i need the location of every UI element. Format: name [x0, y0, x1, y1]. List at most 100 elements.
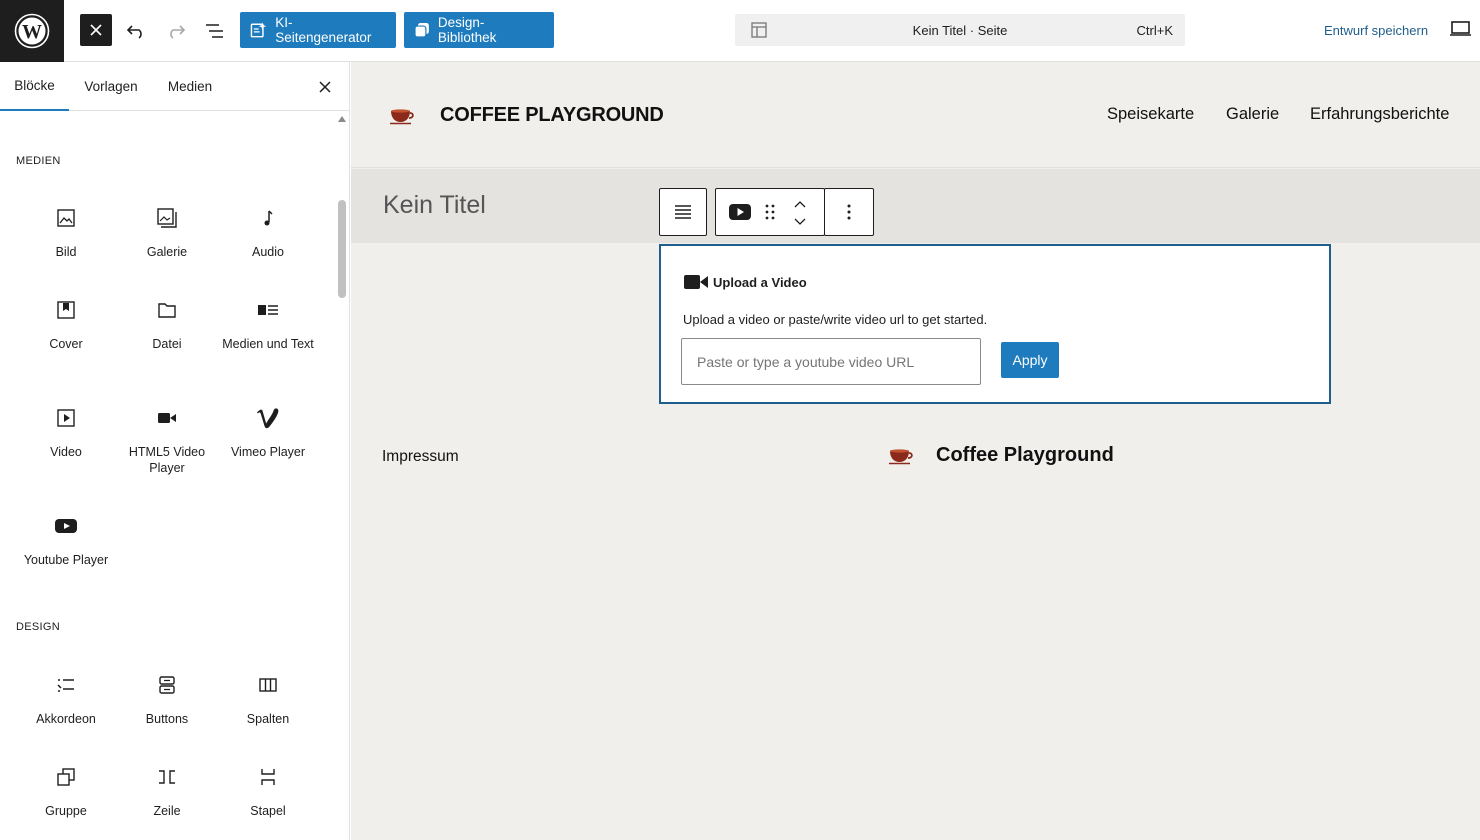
block-label: Spalten: [246, 712, 290, 726]
video-camera-icon: [155, 406, 179, 430]
close-icon: [90, 24, 102, 36]
video-block-title: Upload a Video: [713, 274, 807, 290]
block-label: Datei: [152, 337, 182, 351]
drag-handle-icon[interactable]: [764, 203, 776, 221]
block-item-vimeo-player[interactable]: Vimeo Player: [218, 406, 318, 496]
video-block-description: Upload a video or paste/write video url …: [683, 312, 988, 327]
ai-page-generator-button[interactable]: KI-Seitengenerator: [240, 12, 396, 48]
wordpress-icon: W: [14, 13, 50, 49]
coffee-cup-logo-icon[interactable]: [389, 106, 417, 126]
block-item-accordion[interactable]: Akkordeon: [16, 673, 116, 763]
buttons-icon: [155, 673, 179, 697]
document-title: Kein Titel · Seite: [912, 23, 1008, 38]
block-item-stack[interactable]: Stapel: [218, 765, 318, 840]
nav-item-gallery[interactable]: Galerie: [1226, 105, 1279, 124]
close-panel-button[interactable]: [314, 76, 336, 98]
editor-canvas[interactable]: COFFEE PLAYGROUND Speisekarte Galerie Er…: [351, 62, 1480, 840]
nav-item-testimonials[interactable]: Erfahrungsberichte: [1310, 105, 1449, 124]
block-label: Medien und Text: [222, 337, 314, 351]
row-icon: [155, 765, 179, 789]
undo-icon: [126, 25, 142, 39]
block-item-youtube-player[interactable]: Youtube Player: [16, 514, 116, 604]
block-item-gallery[interactable]: Galerie: [117, 206, 217, 296]
columns-icon: [256, 673, 280, 697]
block-label: Stapel: [250, 804, 286, 818]
block-item-video[interactable]: Video: [16, 406, 116, 496]
preview-button[interactable]: [1450, 20, 1474, 40]
wordpress-logo-button[interactable]: W: [0, 0, 64, 62]
inserter-tabs: Blöcke Vorlagen Medien: [0, 62, 349, 111]
tab-patterns[interactable]: Vorlagen: [76, 62, 146, 111]
video-camera-icon: [684, 275, 708, 289]
tab-blocks[interactable]: Blöcke: [0, 62, 69, 111]
apply-button[interactable]: Apply: [1001, 342, 1059, 378]
block-label: Cover: [49, 337, 83, 351]
nav-item-menu[interactable]: Speisekarte: [1107, 105, 1194, 124]
block-item-html5-video-player[interactable]: HTML5 Video Player: [117, 406, 217, 496]
list-view-icon: [206, 24, 223, 38]
block-item-image[interactable]: Bild: [16, 206, 116, 296]
media-text-icon: [256, 298, 280, 322]
block-label: Gruppe: [45, 804, 87, 818]
file-icon: [155, 298, 179, 322]
video-upload-block[interactable]: Upload a Video Upload a video or paste/w…: [659, 244, 1331, 404]
editor-topbar: W KI-Seitengenerator Design-Bibliothek K…: [0, 0, 1480, 62]
document-overview-button[interactable]: [199, 14, 231, 48]
block-item-media-text[interactable]: Medien und Text: [218, 298, 318, 388]
video-icon: [54, 406, 78, 430]
save-draft-button[interactable]: Entwurf speichern: [1324, 23, 1428, 38]
svg-text:W: W: [22, 21, 42, 43]
cover-icon: [54, 298, 78, 322]
move-up-down-icon[interactable]: [792, 197, 808, 229]
site-title[interactable]: COFFEE PLAYGROUND: [440, 104, 664, 127]
align-icon: [675, 205, 691, 219]
undo-button[interactable]: [120, 14, 152, 48]
block-item-row[interactable]: Zeile: [117, 765, 217, 840]
scroll-thumb[interactable]: [338, 200, 346, 298]
audio-icon: [256, 206, 280, 230]
align-button[interactable]: [659, 188, 707, 236]
tab-media[interactable]: Medien: [158, 62, 222, 111]
page-title[interactable]: Kein Titel: [383, 191, 486, 220]
design-library-label: Design-Bibliothek: [437, 15, 497, 45]
block-item-audio[interactable]: Audio: [218, 206, 318, 296]
accordion-icon: [54, 673, 78, 697]
block-label: Galerie: [146, 245, 188, 259]
coffee-cup-logo-icon[interactable]: [888, 446, 916, 466]
section-title-design: DESIGN: [16, 621, 60, 633]
close-icon: [319, 81, 331, 93]
title-band: Kein Titel: [351, 169, 1480, 243]
command-palette-bar[interactable]: Kein Titel · Seite Ctrl+K: [735, 14, 1185, 46]
footer-site-title[interactable]: Coffee Playground: [936, 444, 1114, 467]
redo-icon: [170, 25, 186, 39]
block-label: Zeile: [153, 804, 181, 818]
scroll-up-arrow-icon[interactable]: [338, 116, 346, 122]
footer-imprint-link[interactable]: Impressum: [382, 448, 459, 466]
block-item-buttons[interactable]: Buttons: [117, 673, 217, 763]
panel-scrollbar[interactable]: [336, 112, 348, 840]
block-controls: [715, 188, 825, 236]
vimeo-icon: [256, 406, 280, 430]
design-library-button[interactable]: Design-Bibliothek: [404, 12, 554, 48]
block-label: Video: [50, 445, 82, 459]
more-options-button[interactable]: [824, 188, 874, 236]
youtube-block-icon[interactable]: [728, 203, 752, 221]
block-item-cover[interactable]: Cover: [16, 298, 116, 388]
site-header: COFFEE PLAYGROUND Speisekarte Galerie Er…: [351, 62, 1480, 168]
block-label: Audio: [252, 245, 284, 259]
stack-icon: [256, 765, 280, 789]
close-inserter-button[interactable]: [80, 14, 112, 46]
block-label: Akkordeon: [36, 712, 96, 726]
block-item-group[interactable]: Gruppe: [16, 765, 116, 840]
block-item-columns[interactable]: Spalten: [218, 673, 318, 763]
video-url-input[interactable]: [681, 338, 981, 385]
redo-button[interactable]: [160, 14, 192, 48]
desktop-preview-icon: [1450, 21, 1471, 36]
block-item-file[interactable]: Datei: [117, 298, 217, 388]
block-label: Buttons: [145, 712, 189, 726]
group-icon: [54, 765, 78, 789]
video-block-header: Upload a Video: [683, 273, 807, 291]
command-shortcut: Ctrl+K: [1136, 23, 1173, 38]
ai-page-generator-label: KI-Seitengenerator: [275, 15, 372, 45]
block-label: HTML5 Video Player: [128, 445, 206, 475]
